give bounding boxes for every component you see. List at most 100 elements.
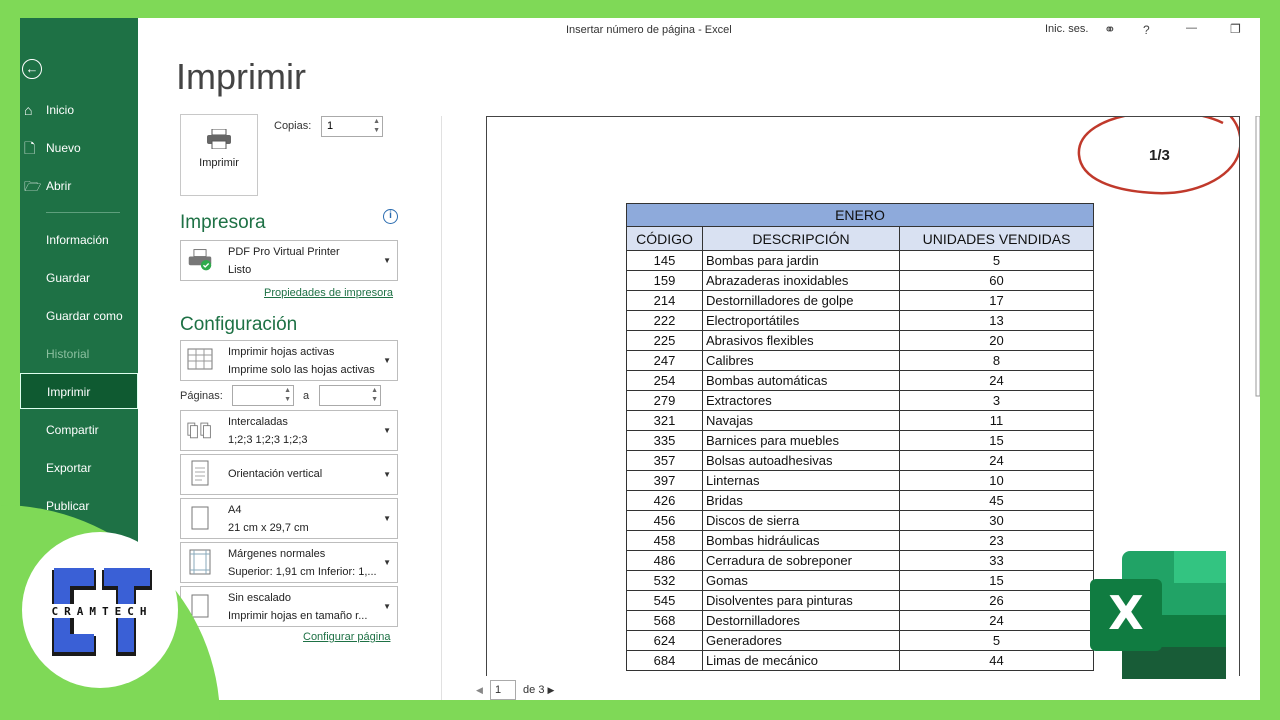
folder-open-icon: 🗁 [24,178,42,194]
pages-to-input[interactable]: ▲ ▼ [319,385,381,406]
units-cell: 45 [899,490,1094,511]
code-cell: 545 [626,590,703,611]
nav-label: Nuevo [46,141,81,155]
margins-title: Márgenes normales [228,548,326,560]
nav-exportar[interactable]: Exportar [20,450,138,486]
units-cell: 5 [899,630,1094,651]
units-cell: 13 [899,310,1094,331]
description-cell: Bolsas autoadhesivas [702,450,900,471]
nav-guardar[interactable]: Guardar [20,260,138,296]
code-cell: 247 [626,350,703,371]
description-cell: Barnices para muebles [702,430,900,451]
nav-abrir[interactable]: 🗁 Abrir [20,168,138,204]
nav-nuevo[interactable]: 🗋 Nuevo [20,130,138,166]
collate-description: 1;2;3 1;2;3 1;2;3 [228,434,308,446]
units-cell: 24 [899,610,1094,631]
code-cell: 568 [626,610,703,631]
printer-dropdown[interactable]: PDF Pro Virtual Printer Listo ▼ [180,240,398,281]
dropdown-arrow-icon: ▼ [383,256,391,265]
pages-label: Páginas: [180,390,223,402]
sheet-grid-icon [187,348,213,370]
units-cell: 10 [899,470,1094,491]
dropdown-arrow-icon: ▼ [383,426,391,435]
scaling-description: Imprimir hojas en tamaño r... [228,610,368,622]
table-row: 456 Discos de sierra 30 [626,510,1094,531]
svg-text:X: X [1108,586,1143,640]
print-button[interactable]: Imprimir [180,114,258,196]
paper-size-dropdown[interactable]: A4 21 cm x 29,7 cm ▼ [180,498,398,539]
total-pages: de 3 [523,684,545,696]
collate-dropdown[interactable]: Intercaladas 1;2;3 1;2;3 1;2;3 ▼ [180,410,398,451]
margins-icon [189,549,211,575]
share-person-icon[interactable]: ⚭ [1104,21,1116,38]
margins-dropdown[interactable]: Márgenes normales Superior: 1,91 cm Infe… [180,542,398,583]
restore-icon[interactable]: ❐ [1230,22,1241,36]
copies-input[interactable]: 1 ▲ ▼ [321,116,383,137]
nav-informacion[interactable]: Información [20,222,138,258]
code-cell: 357 [626,450,703,471]
units-cell: 24 [899,370,1094,391]
table-row: 254 Bombas automáticas 24 [626,370,1094,391]
nav-compartir[interactable]: Compartir [20,412,138,448]
scope-description: Imprime solo las hojas activas [228,364,375,376]
code-cell: 279 [626,390,703,411]
printer-properties-link[interactable]: Propiedades de impresora [264,287,393,299]
page-setup-link[interactable]: Configurar página [303,631,390,643]
printer-icon [207,129,231,149]
column-header: UNIDADES VENDIDAS [899,226,1094,251]
column-header: CÓDIGO [626,226,703,251]
sign-in-link[interactable]: Inic. ses. [1045,23,1088,35]
prev-page-icon[interactable]: ◀ [476,685,483,695]
dropdown-arrow-icon: ▼ [383,356,391,365]
units-cell: 23 [899,530,1094,551]
current-page-input[interactable]: 1 [489,680,516,700]
nav-guardar-como[interactable]: Guardar como [20,298,138,334]
spin-arrows-icon[interactable]: ▲ ▼ [284,386,291,404]
table-row: 684 Limas de mecánico 44 [626,650,1094,671]
table-body: 145 Bombas para jardin 5 159 Abrazaderas ino… [626,250,1094,671]
sales-table: ENERO CÓDIGO DESCRIPCIÓN UNIDADES VENDID… [626,203,1094,671]
collated-pages-icon [187,422,211,439]
help-icon[interactable]: ? [1143,23,1150,37]
description-cell: Bombas para jardin [702,250,900,271]
print-scope-dropdown[interactable]: Imprimir hojas activas Imprime solo las … [180,340,398,381]
printer-heading: Impresora [180,212,266,233]
cramtech-logo: CRAMTECH [40,568,164,656]
column-header: DESCRIPCIÓN [702,226,900,251]
table-row: 225 Abrasivos flexibles 20 [626,330,1094,351]
printer-name: PDF Pro Virtual Printer [228,246,340,258]
spin-arrows-icon[interactable]: ▲ ▼ [371,386,378,404]
units-cell: 17 [899,290,1094,311]
code-cell: 321 [626,410,703,431]
paper-description: 21 cm x 29,7 cm [228,522,309,534]
nav-label: Inicio [46,103,75,117]
dropdown-arrow-icon: ▼ [383,470,391,479]
nav-label: Historial [46,347,90,361]
dropdown-arrow-icon: ▼ [383,602,391,611]
description-cell: Discos de sierra [702,510,900,531]
description-cell: Extractores [702,390,900,411]
table-row: 247 Calibres 8 [626,350,1094,371]
nav-inicio[interactable]: ⌂ Inicio [20,92,138,128]
minimize-icon[interactable]: — [1186,22,1197,34]
info-icon[interactable]: i [383,209,398,224]
preview-scrollbar[interactable] [1255,116,1260,676]
description-cell: Destornilladores [702,610,900,631]
table-row: 159 Abrazaderas inoxidables 60 [626,270,1094,291]
pages-from-input[interactable]: ▲ ▼ [232,385,294,406]
nav-imprimir[interactable]: Imprimir [20,373,138,409]
paper-icon [191,506,209,530]
title-bar: Insertar número de página - Excel Inic. … [138,18,1260,44]
units-cell: 20 [899,330,1094,351]
orientation-dropdown[interactable]: Orientación vertical ▼ [180,454,398,495]
scaling-dropdown[interactable]: Sin escalado Imprimir hojas en tamaño r.… [180,586,398,627]
nav-historial: Historial [20,336,138,372]
spin-arrows-icon[interactable]: ▲ ▼ [373,117,380,135]
document-title: Insertar número de página - Excel [566,24,732,36]
description-cell: Bridas [702,490,900,511]
back-arrow-icon[interactable]: ← [22,59,42,79]
nav-divider [46,212,120,213]
units-cell: 30 [899,510,1094,531]
next-page-icon[interactable]: ▶ [548,685,555,695]
table-row: 568 Destornilladores 24 [626,610,1094,631]
